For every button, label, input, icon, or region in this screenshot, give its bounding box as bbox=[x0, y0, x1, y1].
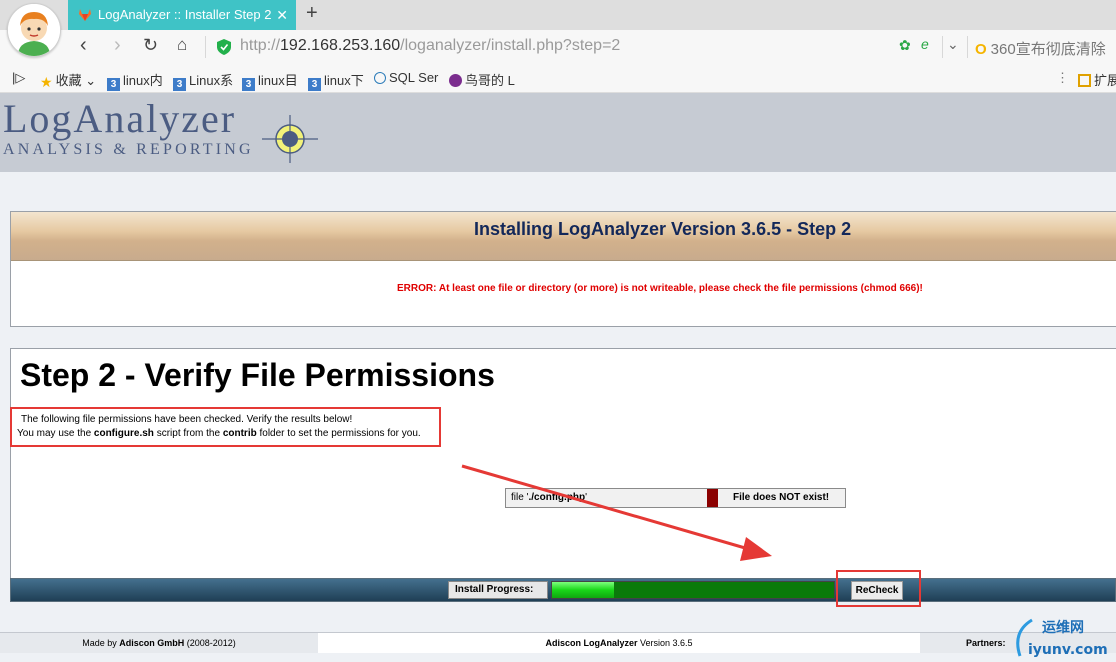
svg-text:iyunv.com: iyunv.com bbox=[1028, 642, 1108, 658]
logo-subtitle: ANALYSIS & REPORTING bbox=[3, 141, 254, 158]
bookmark-item[interactable]: SQL Ser bbox=[374, 70, 438, 85]
bookmark-favicon-icon: 3 bbox=[242, 78, 255, 91]
avatar-face-icon bbox=[8, 4, 60, 56]
star-icon: ★ bbox=[40, 74, 53, 90]
close-tab-icon[interactable]: ✕ bbox=[276, 0, 288, 30]
search-suggestion: 360宣布彻底清除 bbox=[990, 41, 1106, 58]
sidebar-toggle-icon[interactable]: |▷ bbox=[12, 70, 25, 86]
tab-title: LogAnalyzer :: Installer Step 2 bbox=[98, 7, 272, 22]
progress-track bbox=[551, 581, 835, 599]
new-tab-plus-icon[interactable]: + bbox=[306, 2, 318, 25]
secure-shield-icon bbox=[217, 39, 231, 55]
installer-status-panel: Installing LogAnalyzer Version 3.6.5 - S… bbox=[10, 211, 1116, 327]
logo-crosshair-icon bbox=[262, 115, 318, 163]
installer-title-bar: Installing LogAnalyzer Version 3.6.5 - S… bbox=[11, 212, 1116, 261]
svg-text:运维网: 运维网 bbox=[1042, 619, 1084, 636]
bookmarks-bar: |▷ ★ 收藏 ⌄ 3 linux内 3 Linux系 3 linux目 3 linux下… bbox=[0, 64, 1116, 93]
browser-tab-active[interactable]: LogAnalyzer :: Installer Step 2 ✕ bbox=[68, 0, 296, 30]
bookmark-penguin-icon bbox=[449, 74, 462, 87]
watermark-logo: 运维网 iyunv.com bbox=[1016, 618, 1108, 658]
bookmark-favicon-icon: 3 bbox=[308, 78, 321, 91]
toolbar-divider bbox=[967, 36, 968, 58]
toolbar-divider bbox=[942, 36, 943, 58]
more-vertical-icon[interactable]: ⋮ bbox=[1056, 70, 1069, 86]
user-avatar[interactable] bbox=[7, 3, 61, 57]
logo-title: LogAnalyzer bbox=[3, 96, 237, 141]
error-message: ERROR: At least one file or directory (o… bbox=[397, 283, 923, 294]
reload-icon[interactable]: ↻ bbox=[143, 35, 158, 56]
speedup-icon[interactable]: ✿ bbox=[899, 37, 911, 54]
extensions-button[interactable]: 扩展 bbox=[1078, 70, 1116, 89]
gitlab-fox-icon bbox=[79, 9, 91, 21]
url-host: 192.168.253.160 bbox=[280, 37, 401, 54]
bookmark-item[interactable]: 3 Linux系 bbox=[173, 70, 233, 91]
back-arrow-icon[interactable]: ‹ bbox=[80, 34, 87, 57]
toolbar-divider bbox=[205, 36, 206, 58]
browser-navigation-bar: ‹ › ↻ ⌂ http://192.168.253.160/loganalyz… bbox=[0, 30, 1116, 65]
url-path: /loganalyzer/install.php?step=2 bbox=[400, 37, 621, 54]
site-header: LogAnalyzer ANALYSIS & REPORTING bbox=[0, 93, 1116, 172]
extensions-grid-icon bbox=[1078, 74, 1091, 87]
bookmark-favicon-icon: 3 bbox=[107, 78, 120, 91]
bookmark-favicon-icon: 3 bbox=[173, 78, 186, 91]
annotation-arrow-icon bbox=[461, 464, 772, 561]
installer-title: Installing LogAnalyzer Version 3.6.5 - S… bbox=[474, 219, 852, 239]
ie-mode-icon[interactable]: e bbox=[921, 36, 929, 52]
install-progress-bar: Install Progress: ReCheck bbox=[10, 578, 1116, 602]
home-icon[interactable]: ⌂ bbox=[177, 35, 187, 55]
browser-tab-strip: LogAnalyzer :: Installer Step 2 ✕ + bbox=[0, 0, 1116, 30]
bookmark-favorites[interactable]: ★ 收藏 ⌄ bbox=[40, 70, 96, 90]
step-heading: Step 2 - Verify File Permissions bbox=[20, 357, 495, 393]
sql-play-icon bbox=[374, 72, 386, 84]
url-text[interactable]: http://192.168.253.160/loganalyzer/insta… bbox=[240, 37, 620, 55]
bookmark-item[interactable]: 鸟哥的 L bbox=[449, 70, 515, 89]
bookmark-item[interactable]: 3 linux目 bbox=[242, 70, 298, 91]
progress-fill bbox=[552, 582, 615, 598]
address-bar[interactable]: http://192.168.253.160/loganalyzer/insta… bbox=[207, 34, 965, 60]
progress-label: Install Progress: bbox=[455, 584, 534, 595]
site-footer: Made by Adiscon GmbH (2008-2012) Adiscon… bbox=[0, 632, 1116, 653]
search-360-icon: O bbox=[975, 41, 987, 58]
forward-arrow-icon[interactable]: › bbox=[114, 34, 121, 57]
footer-partners: Partners: bbox=[966, 638, 1006, 648]
footer-product: Adiscon LogAnalyzer Version 3.6.5 bbox=[318, 633, 920, 653]
chevron-down-icon[interactable]: ⌄ bbox=[947, 36, 959, 53]
bookmark-item[interactable]: 3 linux下 bbox=[308, 70, 364, 91]
footer-made-by: Made by Adiscon GmbH (2008-2012) bbox=[82, 638, 236, 648]
bookmark-item[interactable]: 3 linux内 bbox=[107, 70, 163, 91]
search-box[interactable]: O 360宣布彻底清除 bbox=[975, 38, 1106, 59]
progress-label-cell: Install Progress: bbox=[448, 581, 548, 599]
annotation-highlight-box bbox=[836, 570, 921, 607]
annotation-highlight-box bbox=[10, 407, 441, 447]
